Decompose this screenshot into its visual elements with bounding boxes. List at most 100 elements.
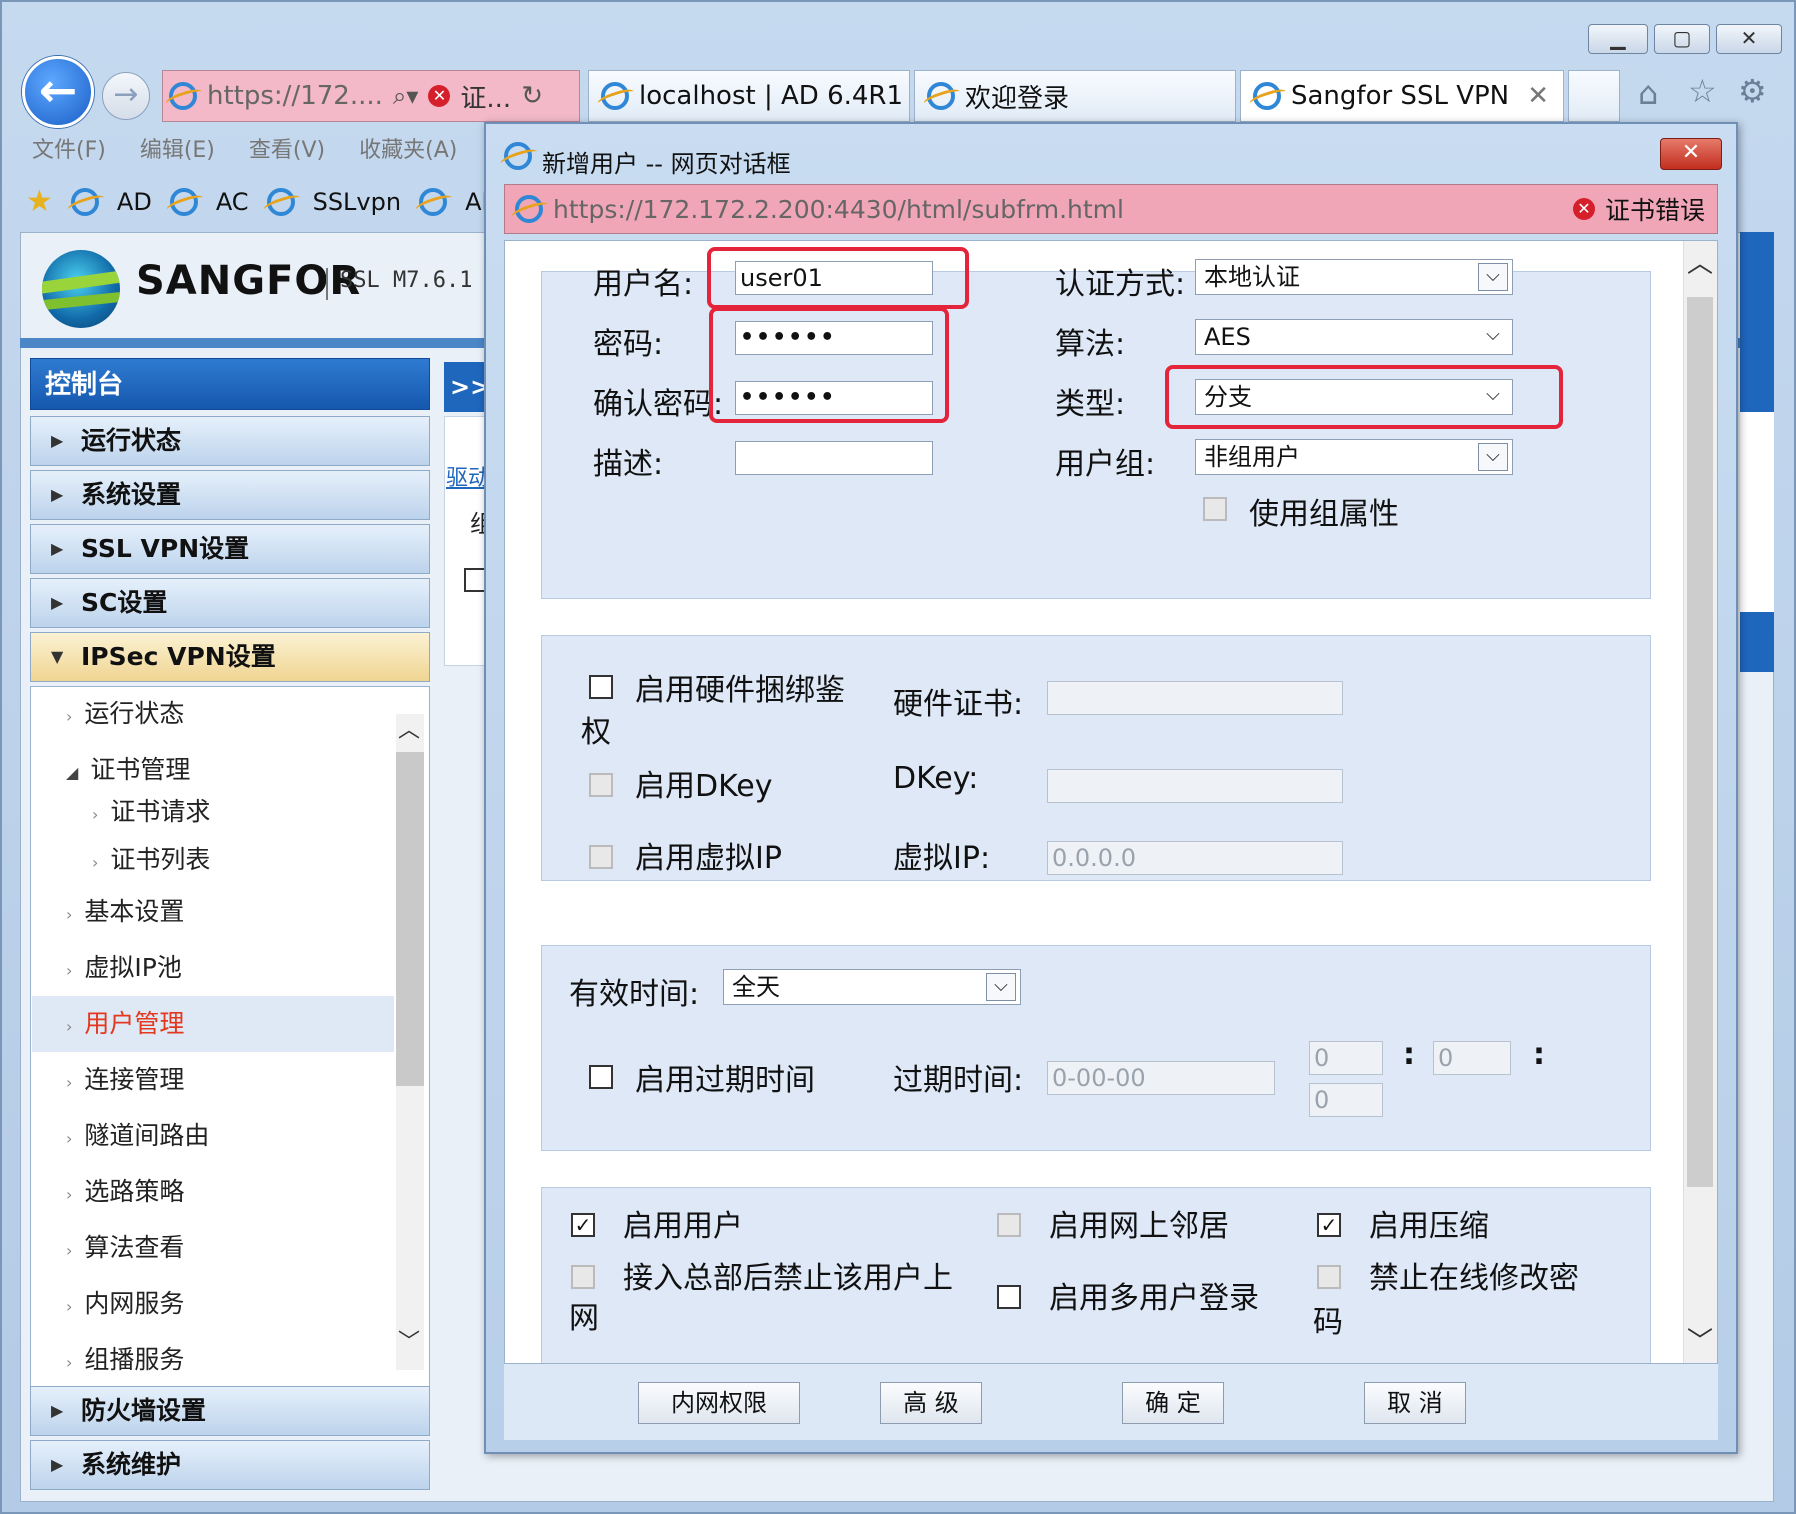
chevron-right-icon: › — [66, 1129, 73, 1148]
cert-error-icon: ✕ — [428, 85, 451, 107]
submenu-multicast-service[interactable]: › 组播服务 — [66, 1340, 184, 1376]
expire-hour-input[interactable]: 0 — [1309, 1041, 1383, 1075]
submenu-user-management[interactable]: › 用户管理 — [66, 1004, 184, 1040]
sidebar-item-sc[interactable]: ▶ SC设置 — [30, 578, 430, 628]
description-label: 描述: — [593, 447, 664, 482]
sidebar-item-run-status[interactable]: ▶ 运行状态 — [30, 416, 430, 466]
ok-button[interactable]: 确 定 — [1122, 1382, 1224, 1424]
chevron-right-icon: › — [66, 1017, 73, 1036]
menu-favorites[interactable]: 收藏夹(A) — [359, 132, 457, 164]
use-group-attr-checkbox[interactable] — [1203, 497, 1227, 521]
fav-sslvpn[interactable]: SSLvpn — [313, 188, 402, 216]
submenu-route-policy[interactable]: › 选路策略 — [66, 1172, 184, 1208]
virtual-ip-input[interactable]: 0.0.0.0 — [1047, 841, 1343, 875]
expire-time-checkbox[interactable] — [589, 1065, 613, 1089]
sidebar-item-maintenance[interactable]: ▶ 系统维护 — [30, 1440, 430, 1490]
favorites-star-icon[interactable]: ★ — [26, 184, 53, 219]
dkey-label: DKey: — [893, 761, 979, 796]
virtual-ip-checkbox[interactable] — [589, 845, 613, 869]
submenu-connection-management[interactable]: › 连接管理 — [66, 1060, 184, 1096]
sidebar-item-label: 运行状态 — [81, 426, 182, 455]
dialog-address-bar: https://172.172.2.200:4430/html/subfrm.h… — [504, 184, 1718, 234]
submenu-algorithm-view[interactable]: › 算法查看 — [66, 1228, 184, 1264]
user-group-select[interactable]: 非组用户 ⌵ — [1195, 439, 1513, 475]
submenu-intranet-service[interactable]: › 内网服务 — [66, 1284, 184, 1320]
tab-sangfor[interactable]: Sangfor SSL VPN ✕ — [1240, 70, 1564, 122]
window-close-button[interactable]: ✕ — [1716, 24, 1782, 54]
collapse-toggle[interactable]: >> — [444, 362, 490, 412]
dkey-input[interactable] — [1047, 769, 1343, 803]
tab-label: localhost | AD 6.4R1 — [639, 81, 904, 111]
valid-time-value: 全天 — [732, 973, 780, 1001]
sidebar-item-ipsec-vpn[interactable]: ▼ IPSec VPN设置 — [30, 632, 430, 682]
submenu-cert-list[interactable]: › 证书列表 — [92, 840, 210, 876]
menu-view[interactable]: 查看(V) — [249, 132, 325, 164]
expire-minute-input[interactable]: 0 — [1433, 1041, 1511, 1075]
tab-localhost[interactable]: localhost | AD 6.4R1 — [588, 70, 910, 122]
fav-ad[interactable]: AD — [117, 188, 152, 216]
address-cert-error[interactable]: 证... — [460, 78, 511, 115]
highlight-passwords — [709, 307, 949, 423]
expire-date-input[interactable]: 0-00-00 — [1047, 1061, 1275, 1095]
scroll-up-icon[interactable]: ︿ — [398, 712, 420, 744]
dialog-scroll-thumb[interactable] — [1687, 297, 1713, 1187]
chevron-right-icon: › — [92, 805, 99, 824]
back-button[interactable]: ← — [22, 56, 94, 128]
gear-icon[interactable]: ⚙ — [1738, 72, 1767, 110]
hw-bind-checkbox[interactable] — [589, 675, 613, 699]
submenu-label: 组播服务 — [84, 1345, 185, 1374]
algorithm-select[interactable]: AES ⌵ — [1195, 319, 1513, 355]
deny-after-hq-checkbox[interactable] — [571, 1265, 595, 1289]
cert-error-badge[interactable]: ✕ 证书错误 — [1572, 191, 1705, 227]
sidebar-item-firewall[interactable]: ▶ 防火墙设置 — [30, 1386, 430, 1436]
sidebar-item-ssl-vpn[interactable]: ▶ SSL VPN设置 — [30, 524, 430, 574]
menu-edit[interactable]: 编辑(E) — [140, 132, 215, 164]
hw-cert-input[interactable] — [1047, 681, 1343, 715]
scroll-down-icon[interactable]: ﹀ — [398, 1324, 420, 1356]
multi-login-checkbox[interactable] — [997, 1285, 1021, 1309]
submenu-scroll-thumb[interactable] — [396, 752, 424, 1086]
home-icon[interactable]: ⌂ — [1638, 74, 1658, 112]
scroll-down-icon[interactable]: ﹀ — [1687, 1321, 1713, 1358]
new-tab-button[interactable] — [1568, 70, 1620, 122]
fav-ac[interactable]: AC — [216, 188, 249, 216]
valid-time-select[interactable]: 全天 ⌵ — [723, 969, 1021, 1005]
enable-user-checkbox[interactable]: ✓ — [571, 1213, 595, 1237]
tab-close-icon[interactable]: ✕ — [1527, 81, 1549, 111]
deny-pwd-change-checkbox[interactable] — [1317, 1265, 1341, 1289]
scroll-up-icon[interactable]: ︿ — [1687, 243, 1713, 280]
cancel-button[interactable]: 取 消 — [1364, 1382, 1466, 1424]
hw-bind-label: 启用硬件捆绑鉴 — [635, 673, 845, 708]
address-bar[interactable]: https://172.... ⌕▾ ✕ 证... ↻ — [162, 70, 580, 122]
tab-welcome[interactable]: 欢迎登录 — [914, 70, 1236, 122]
expire-second-input[interactable]: 0 — [1309, 1083, 1383, 1117]
submenu-cert-management[interactable]: ◢ 证书管理 — [66, 750, 190, 786]
user-group-label: 用户组: — [1055, 447, 1156, 482]
enable-compress-checkbox[interactable]: ✓ — [1317, 1213, 1341, 1237]
submenu-run-status[interactable]: › 运行状态 — [66, 694, 184, 730]
refresh-icon[interactable]: ↻ — [521, 81, 543, 111]
search-icon[interactable]: ⌕▾ — [393, 82, 419, 110]
cert-error-icon: ✕ — [1572, 198, 1595, 220]
forward-button[interactable]: → — [102, 72, 150, 120]
menu-file[interactable]: 文件(F) — [32, 132, 106, 164]
description-input[interactable] — [735, 441, 933, 475]
minimize-button[interactable]: ▁ — [1588, 24, 1648, 54]
submenu-virtual-ip-pool[interactable]: › 虚拟IP池 — [66, 948, 182, 984]
sidebar-item-system-settings[interactable]: ▶ 系统设置 — [30, 470, 430, 520]
chevron-right-icon: ▶ — [51, 485, 64, 504]
auth-method-select[interactable]: 本地认证 ⌵ — [1195, 259, 1513, 295]
intranet-permission-button[interactable]: 内网权限 — [638, 1382, 800, 1424]
sidebar-item-label: 系统设置 — [81, 480, 182, 509]
submenu-tunnel-routing[interactable]: › 隧道间路由 — [66, 1116, 209, 1152]
dialog-close-button[interactable]: ✕ — [1660, 138, 1722, 170]
enable-neighbor-checkbox[interactable] — [997, 1213, 1021, 1237]
dkey-checkbox[interactable] — [589, 773, 613, 797]
chevron-down-icon: ⌵ — [1478, 443, 1508, 471]
favorites-icon[interactable]: ☆ — [1688, 72, 1717, 110]
advanced-button[interactable]: 高 级 — [880, 1382, 982, 1424]
chevron-right-icon: › — [66, 1297, 73, 1316]
submenu-cert-request[interactable]: › 证书请求 — [92, 792, 210, 828]
maximize-button[interactable]: ▢ — [1654, 24, 1710, 54]
submenu-basic-settings[interactable]: › 基本设置 — [66, 892, 184, 928]
